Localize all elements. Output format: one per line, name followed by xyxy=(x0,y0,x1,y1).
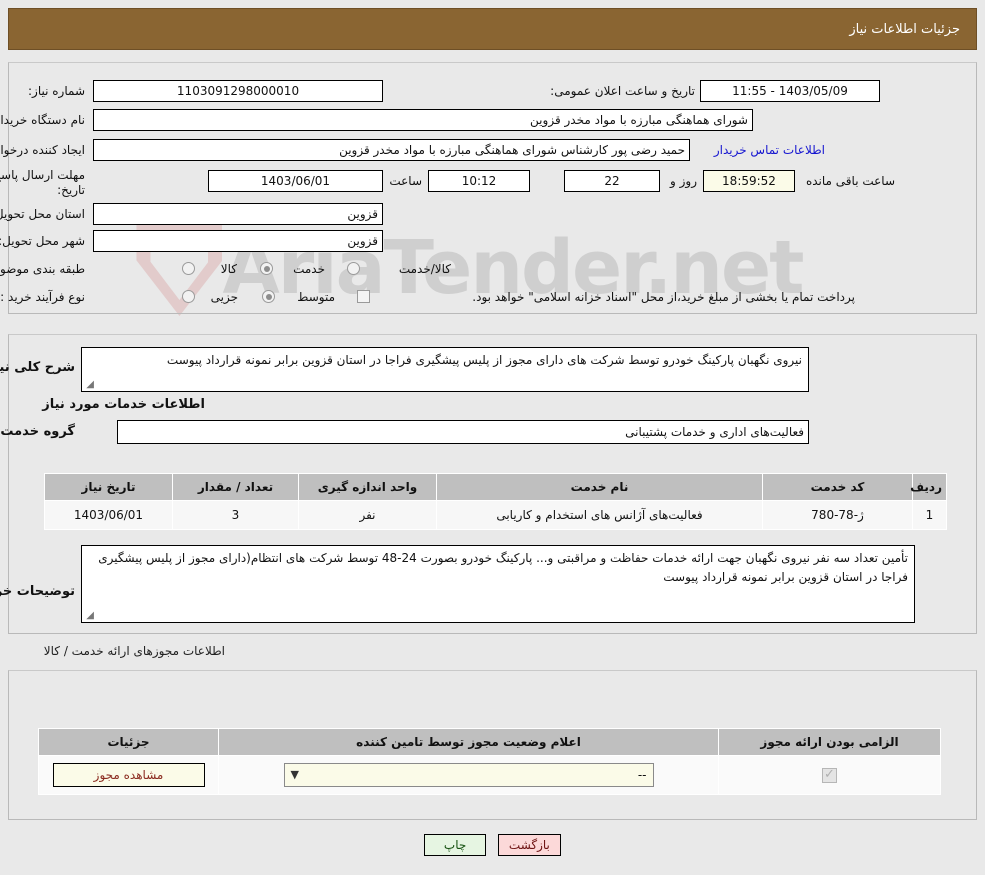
checkbox-treasury-payment[interactable] xyxy=(357,290,370,303)
col-unit: واحد اندازه گیری xyxy=(298,473,437,501)
cell-service-name: فعالیت‌های آژانس های استخدام و کاریابی xyxy=(436,500,763,530)
deadline-days-label: روز و xyxy=(670,174,697,188)
general-need-value: نیروی نگهبان پارکینگ خودرو توسط شرکت های… xyxy=(166,353,802,367)
radio-purchase-jozee[interactable] xyxy=(182,290,195,303)
buyer-notes-textarea[interactable]: تأمین تعداد سه نفر نیروی نگهبان جهت ارائ… xyxy=(81,545,915,623)
radio-category-kala-khedmat[interactable] xyxy=(347,262,360,275)
buyer-contact-link[interactable]: اطلاعات تماس خریدار xyxy=(714,143,825,157)
license-status-select[interactable]: ▼ -- xyxy=(283,763,654,787)
cell-unit: نفر xyxy=(298,500,437,530)
view-license-button[interactable]: مشاهده مجوز xyxy=(52,763,205,787)
col-quantity: تعداد / مقدار xyxy=(172,473,299,501)
col-need-date: تاریخ نیاز xyxy=(44,473,173,501)
delivery-city-label: شهر محل تحویل: xyxy=(0,234,85,248)
deadline-time-field[interactable]: 10:12 xyxy=(428,170,530,192)
services-section-title: اطلاعات خدمات مورد نیاز xyxy=(42,397,205,412)
radio-category-kala-label: کالا xyxy=(220,262,237,276)
services-table: ردیف کد خدمت نام خدمت واحد اندازه گیری ت… xyxy=(44,473,947,530)
announce-datetime-field[interactable]: 1403/05/09 - 11:55 xyxy=(700,80,880,102)
buyer-notes-label: توضیحات خریدار: xyxy=(0,584,75,599)
deadline-remaining-label: ساعت باقی مانده xyxy=(805,174,895,188)
buyer-org-label: نام دستگاه خریدار: xyxy=(0,113,85,127)
radio-category-kala-khedmat-label: کالا/خدمت xyxy=(398,262,451,276)
purchase-type-label: نوع فرآیند خرید : xyxy=(0,290,85,304)
license-status-value: -- xyxy=(637,768,647,782)
general-need-label: شرح کلی نیاز: xyxy=(0,360,75,375)
deadline-countdown-field: 18:59:52 xyxy=(703,170,795,192)
radio-category-khedmat-label: خدمت xyxy=(293,262,325,276)
service-group-label: گروه خدمت: xyxy=(0,424,75,439)
licenses-table-header-row: الزامی بودن ارائه مجوز اعلام وضعیت مجوز … xyxy=(38,728,941,756)
deadline-date-field[interactable]: 1403/06/01 xyxy=(208,170,383,192)
radio-purchase-jozee-label: جزیی xyxy=(210,290,238,304)
cell-license-status: ▼ -- xyxy=(218,755,719,795)
delivery-province-label: استان محل تحویل: xyxy=(0,207,85,221)
cell-need-date: 1403/06/01 xyxy=(44,500,173,530)
checkbox-treasury-payment-label: پرداخت تمام یا بخشی از مبلغ خرید،از محل … xyxy=(472,290,855,304)
back-button[interactable]: بازگشت xyxy=(497,834,561,856)
need-number-field[interactable]: 1103091298000010 xyxy=(93,80,383,102)
cell-quantity: 3 xyxy=(172,500,299,530)
col-row: ردیف xyxy=(910,473,947,501)
col-service-name: نام خدمت xyxy=(436,473,763,501)
request-creator-label: ایجاد کننده درخواست: xyxy=(0,143,85,157)
radio-purchase-motavaset-label: متوسط xyxy=(297,290,335,304)
table-row: ▼ -- مشاهده مجوز xyxy=(38,755,941,795)
request-creator-field[interactable]: حمید رضی پور کارشناس شورای هماهنگی مبارز… xyxy=(93,139,690,161)
service-group-field[interactable]: فعالیت‌های اداری و خدمات پشتیبانی xyxy=(117,420,809,444)
category-label: طبقه بندی موضوعی: xyxy=(0,262,85,276)
table-row: 1 ژ-78-780 فعالیت‌های آژانس های استخدام … xyxy=(44,500,947,530)
col-license-details: جزئیات xyxy=(38,728,219,756)
radio-category-khedmat[interactable] xyxy=(260,262,273,275)
deadline-time-label: ساعت xyxy=(389,174,422,188)
resize-grip-icon[interactable]: ◢ xyxy=(84,380,94,390)
cell-row: 1 xyxy=(912,500,947,530)
cell-service-code: ژ-78-780 xyxy=(762,500,913,530)
licenses-caption: اطلاعات مجوزهای ارائه خدمت / کالا xyxy=(43,644,225,658)
col-license-status: اعلام وضعیت مجوز توسط تامین کننده xyxy=(218,728,719,756)
col-license-required: الزامی بودن ارائه مجوز xyxy=(718,728,941,756)
need-details-page: AriaTender.net جزئیات اطلاعات نیاز شماره… xyxy=(0,0,985,875)
radio-purchase-motavaset[interactable] xyxy=(262,290,275,303)
footer-actions: بازگشت چاپ xyxy=(0,834,985,856)
cell-license-details: مشاهده مجوز xyxy=(38,755,219,795)
buyer-org-field[interactable]: شورای هماهنگی مبارزه با مواد مخدر قزوین xyxy=(93,109,753,131)
need-number-label: شماره نیاز: xyxy=(28,84,85,98)
delivery-city-field[interactable]: قزوین xyxy=(93,230,383,252)
delivery-province-field[interactable]: قزوین xyxy=(93,203,383,225)
chevron-down-icon: ▼ xyxy=(290,768,299,781)
resize-grip-icon[interactable]: ◢ xyxy=(84,611,94,621)
print-button[interactable]: چاپ xyxy=(424,834,487,856)
deadline-days-field[interactable]: 22 xyxy=(564,170,660,192)
license-required-checkbox xyxy=(822,766,837,783)
col-service-code: کد خدمت xyxy=(762,473,913,501)
services-table-header-row: ردیف کد خدمت نام خدمت واحد اندازه گیری ت… xyxy=(44,473,947,501)
deadline-label-line1: مهلت ارسال پاسخ: تا xyxy=(0,168,85,182)
page-title: جزئیات اطلاعات نیاز xyxy=(849,21,960,37)
deadline-label-line2: تاریخ: xyxy=(57,183,85,197)
buyer-notes-value: تأمین تعداد سه نفر نیروی نگهبان جهت ارائ… xyxy=(98,551,908,584)
cell-license-required xyxy=(718,755,941,795)
general-need-textarea[interactable]: نیروی نگهبان پارکینگ خودرو توسط شرکت های… xyxy=(81,347,809,392)
page-title-bar: جزئیات اطلاعات نیاز xyxy=(8,8,977,50)
licenses-table: الزامی بودن ارائه مجوز اعلام وضعیت مجوز … xyxy=(38,728,941,795)
radio-category-kala[interactable] xyxy=(182,262,195,275)
announce-datetime-label: تاریخ و ساعت اعلان عمومی: xyxy=(550,84,695,98)
